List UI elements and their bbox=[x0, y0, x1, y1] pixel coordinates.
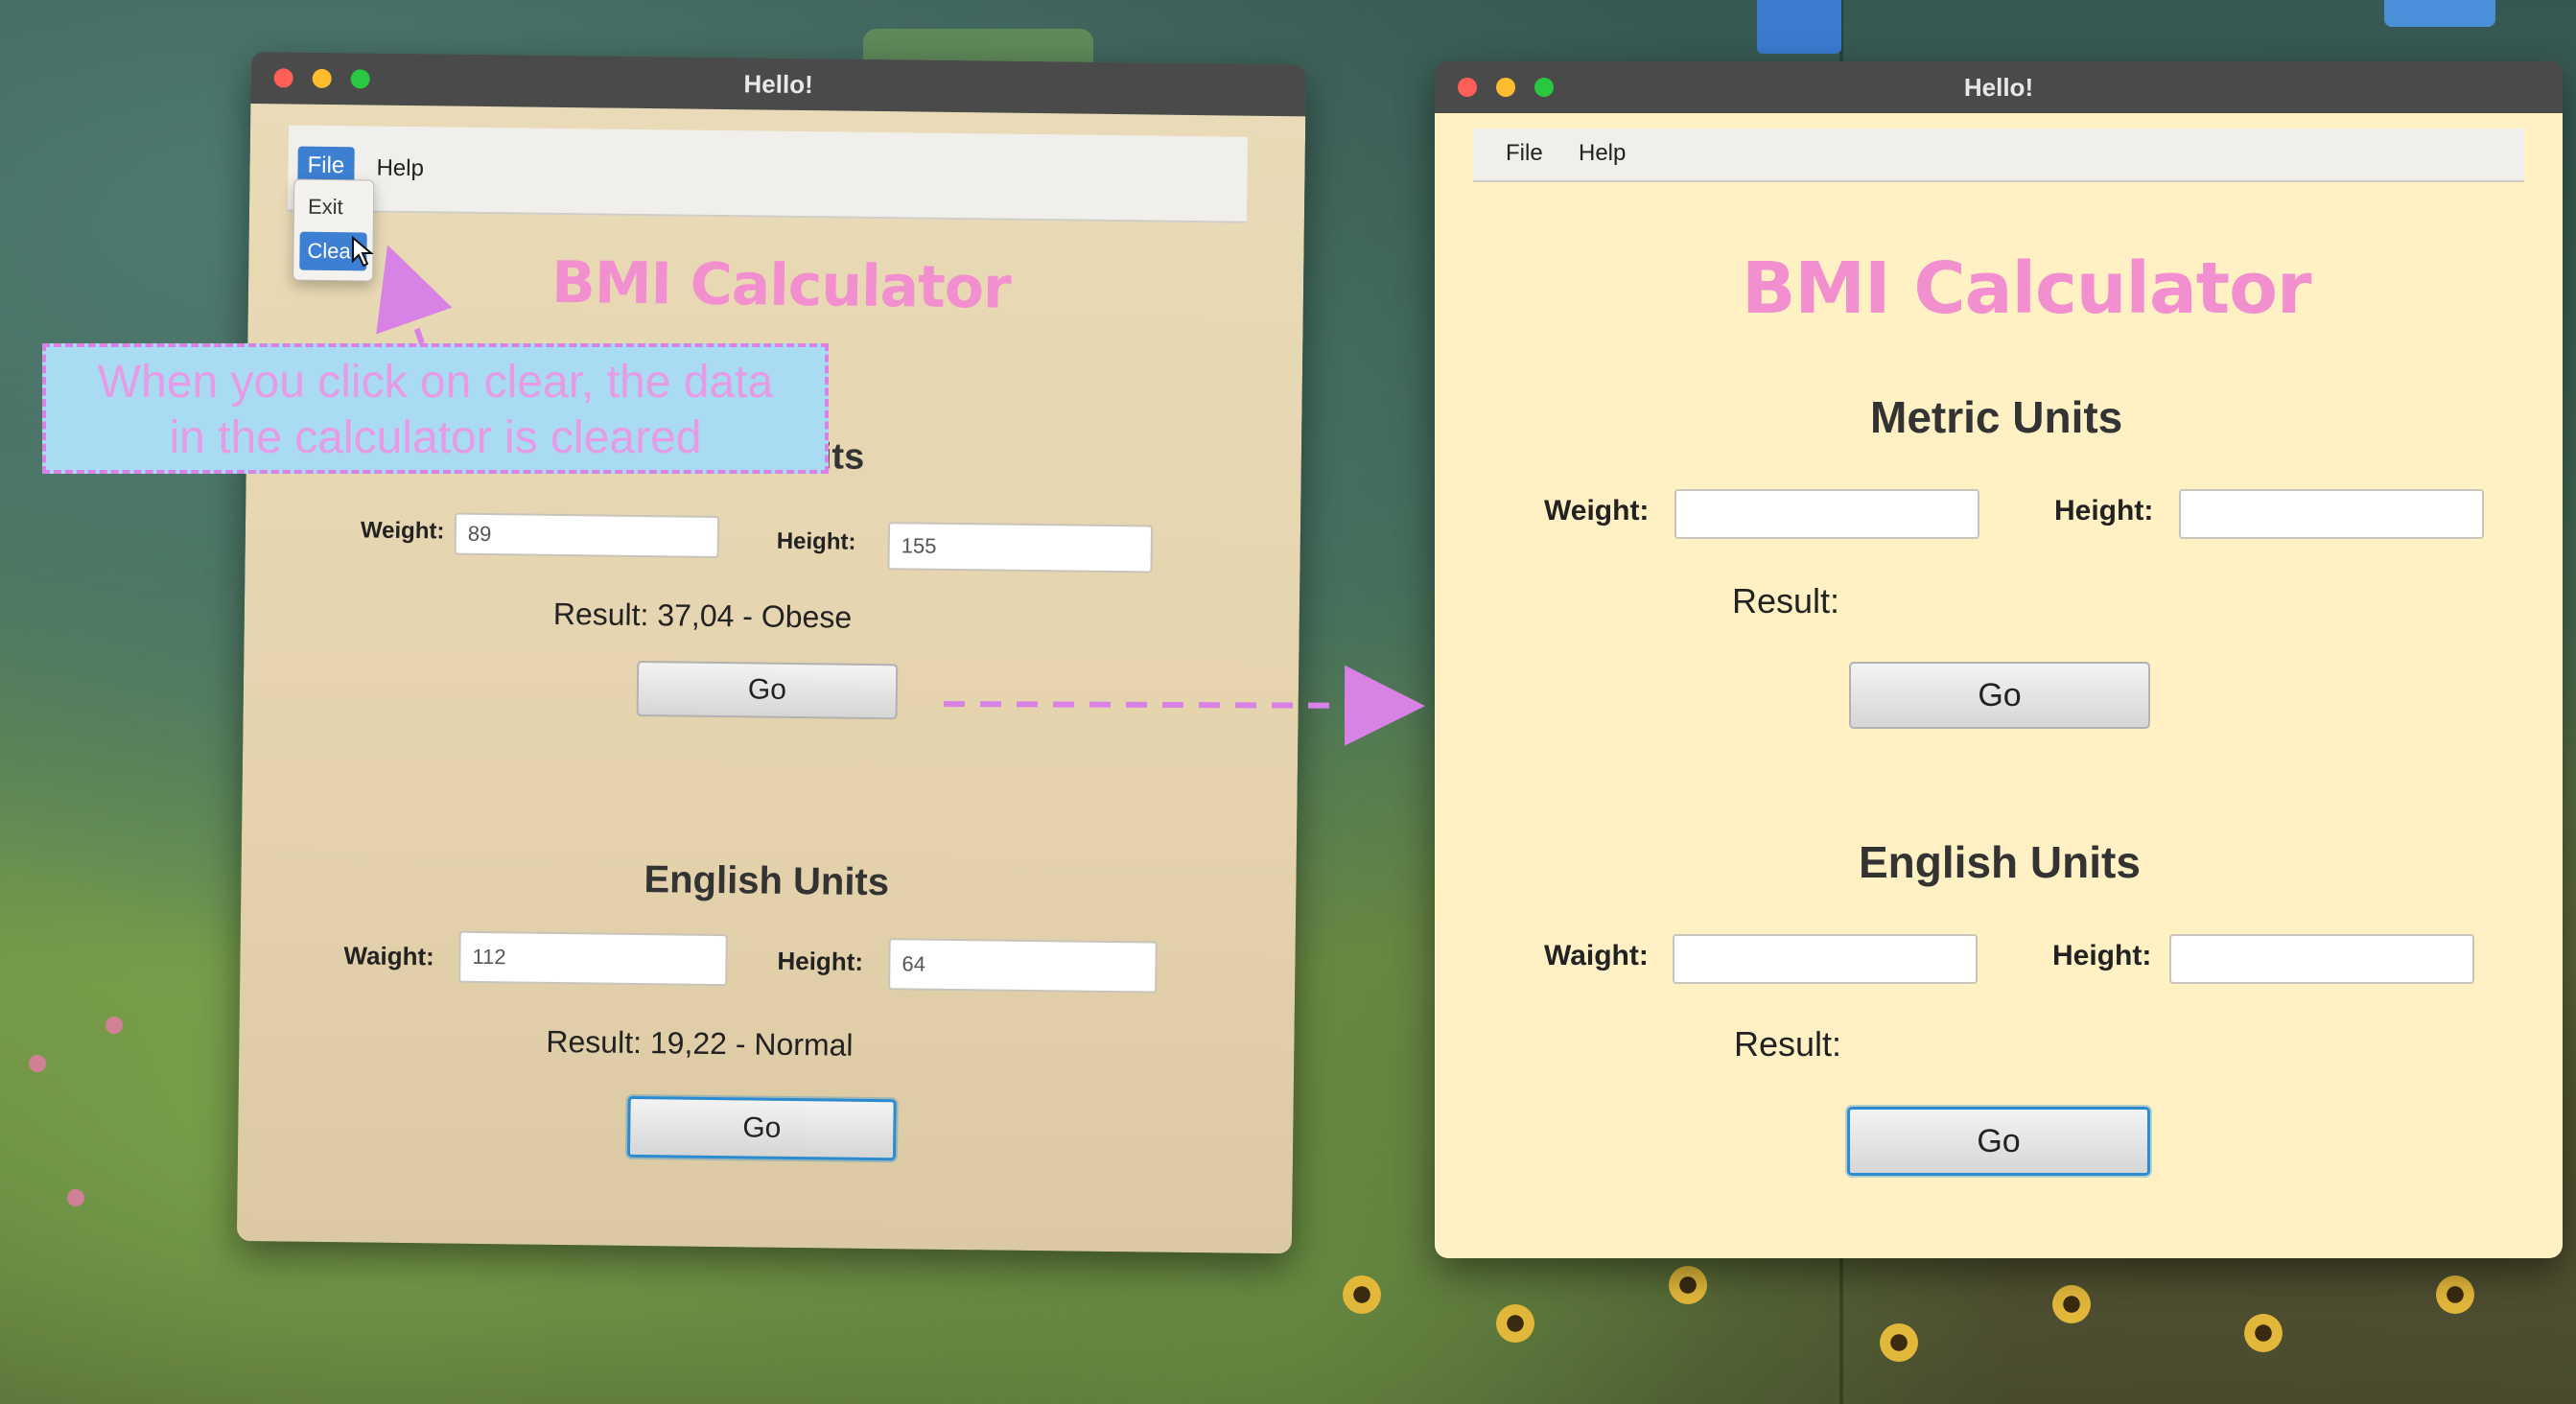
flower-icon bbox=[1343, 1275, 1381, 1314]
maximize-button[interactable] bbox=[1534, 78, 1554, 97]
annotation-text-line2: in the calculator is cleared bbox=[169, 412, 702, 463]
right-app-window: Hello! File Help BMI Calculator Metric U… bbox=[1435, 61, 2563, 1258]
minimize-button[interactable] bbox=[1496, 78, 1515, 97]
menu-bar: File Help bbox=[1473, 129, 2524, 182]
english-go-button[interactable]: Go bbox=[626, 1095, 897, 1161]
english-result: Result: 19,22 - Normal bbox=[546, 1023, 854, 1063]
flower-icon bbox=[2052, 1285, 2091, 1323]
metric-result: Result: bbox=[1732, 581, 1840, 620]
metric-weight-input[interactable] bbox=[1674, 489, 1979, 539]
menu-item-exit[interactable]: Exit bbox=[300, 188, 367, 227]
window-body: File Help Exit Clear BMI Calculator its … bbox=[236, 103, 1306, 1254]
desktop-blue-shape bbox=[2384, 0, 2495, 27]
english-height-label: Height: bbox=[777, 946, 864, 976]
flower-icon bbox=[29, 1055, 46, 1072]
metric-result: Result: 37,04 - Obese bbox=[552, 596, 853, 635]
menu-file[interactable]: File bbox=[1496, 134, 1553, 173]
flower-icon bbox=[2244, 1314, 2283, 1352]
menu-bar: File Help bbox=[287, 125, 1248, 223]
left-app-window: Hello! File Help Exit Clear BMI Calculat… bbox=[236, 52, 1306, 1254]
flower-icon bbox=[1880, 1323, 1918, 1362]
desktop-blue-shape bbox=[1757, 0, 1841, 54]
english-height-label: Height: bbox=[2052, 940, 2152, 971]
english-weight-label: Waight: bbox=[343, 941, 435, 971]
close-button[interactable] bbox=[273, 68, 293, 88]
flower-icon bbox=[105, 1017, 123, 1034]
window-title: Hello! bbox=[1963, 73, 2034, 102]
flower-icon bbox=[1669, 1266, 1707, 1304]
metric-height-input[interactable] bbox=[2179, 489, 2484, 539]
metric-go-button[interactable]: Go bbox=[1849, 662, 2150, 729]
close-button[interactable] bbox=[1458, 78, 1477, 97]
english-height-input[interactable]: 64 bbox=[888, 938, 1158, 994]
english-weight-input[interactable]: 112 bbox=[458, 930, 728, 987]
english-height-input[interactable] bbox=[2169, 934, 2474, 984]
menu-help[interactable]: Help bbox=[1569, 134, 1635, 173]
flower-icon bbox=[2436, 1275, 2474, 1314]
app-title: BMI Calculator bbox=[1742, 247, 2312, 330]
metric-height-input[interactable]: 155 bbox=[887, 522, 1154, 573]
metric-go-button[interactable]: Go bbox=[636, 660, 899, 720]
metric-weight-label: Weight: bbox=[1544, 495, 1650, 526]
minimize-button[interactable] bbox=[312, 68, 332, 89]
mouse-cursor-icon bbox=[352, 236, 374, 268]
metric-weight-label: Weight: bbox=[360, 517, 445, 545]
window-titlebar[interactable]: Hello! bbox=[1435, 61, 2563, 113]
window-title: Hello! bbox=[743, 69, 813, 100]
english-section-title: English Units bbox=[644, 858, 890, 904]
metric-height-label: Height: bbox=[2054, 495, 2154, 526]
metric-weight-input[interactable]: 89 bbox=[454, 512, 720, 558]
english-section-title: English Units bbox=[1859, 837, 2141, 887]
annotation-text-line1: When you click on clear, the data bbox=[97, 357, 774, 408]
flower-icon bbox=[1496, 1304, 1534, 1343]
english-go-button[interactable]: Go bbox=[1847, 1107, 2150, 1176]
metric-height-label: Height: bbox=[776, 527, 856, 555]
english-result: Result: bbox=[1734, 1024, 1842, 1064]
maximize-button[interactable] bbox=[350, 69, 370, 89]
annotation-callout: When you click on clear, the data in the… bbox=[42, 343, 829, 474]
english-weight-input[interactable] bbox=[1673, 934, 1978, 984]
window-body: File Help BMI Calculator Metric Units We… bbox=[1435, 113, 2563, 1258]
app-title: BMI Calculator bbox=[550, 248, 1012, 322]
flower-icon bbox=[67, 1189, 84, 1206]
english-weight-label: Waight: bbox=[1544, 940, 1649, 971]
metric-section-title: Metric Units bbox=[1870, 392, 2123, 442]
menu-help[interactable]: Help bbox=[366, 149, 433, 188]
